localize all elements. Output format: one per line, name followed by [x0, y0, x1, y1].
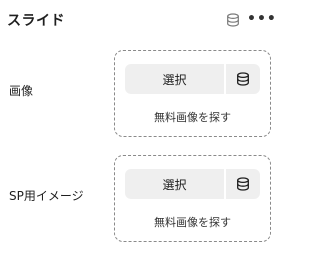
library-button[interactable] [226, 169, 260, 199]
database-icon [237, 177, 249, 191]
select-button[interactable]: 選択 [125, 169, 224, 199]
sp-image-upload-box: 選択 無料画像を探す [114, 155, 271, 242]
find-free-images-link[interactable]: 無料画像を探す [115, 109, 270, 125]
field-label-image: 画像 [9, 84, 34, 98]
library-button[interactable] [226, 64, 260, 94]
find-free-images-link[interactable]: 無料画像を探す [115, 214, 270, 230]
panel-title: スライド [7, 13, 65, 29]
select-button[interactable]: 選択 [125, 64, 224, 94]
database-icon [237, 72, 249, 86]
more-horizontal-icon[interactable]: ••• [247, 11, 277, 27]
database-icon[interactable] [226, 13, 240, 27]
select-button-group: 選択 [125, 64, 260, 94]
select-button-group: 選択 [125, 169, 260, 199]
panel-header: スライド ••• [0, 0, 280, 40]
image-upload-box: 選択 無料画像を探す [114, 50, 271, 137]
field-label-sp-image: SP用イメージ [9, 189, 84, 203]
